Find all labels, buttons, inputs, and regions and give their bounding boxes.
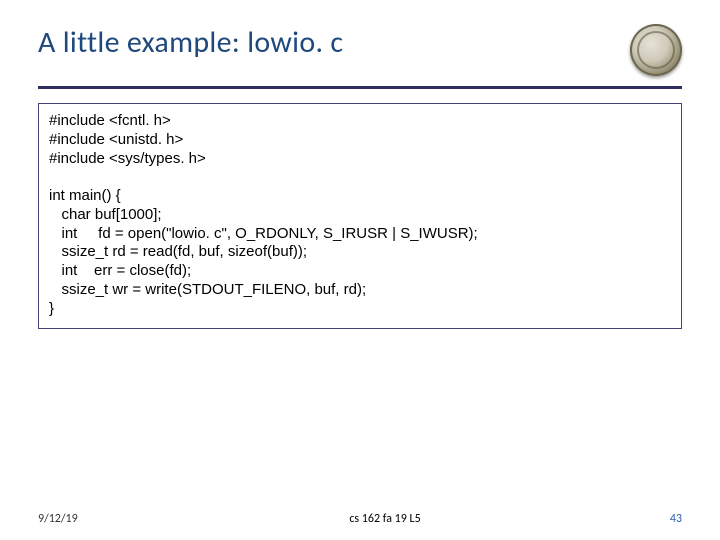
footer: 9/12/19 cs 162 fa 19 L5 43 (38, 512, 682, 526)
footer-page-number: 43 (642, 512, 682, 526)
footer-date: 9/12/19 (38, 512, 128, 526)
title-row: A little example: lowio. c (38, 24, 682, 76)
title-divider (38, 86, 682, 89)
slide: A little example: lowio. c #include <fcn… (0, 0, 720, 540)
slide-title: A little example: lowio. c (38, 24, 343, 61)
footer-center: cs 162 fa 19 L5 (128, 512, 642, 526)
code-listing: #include <fcntl. h> #include <unistd. h>… (38, 103, 682, 329)
university-seal-icon (630, 24, 682, 76)
